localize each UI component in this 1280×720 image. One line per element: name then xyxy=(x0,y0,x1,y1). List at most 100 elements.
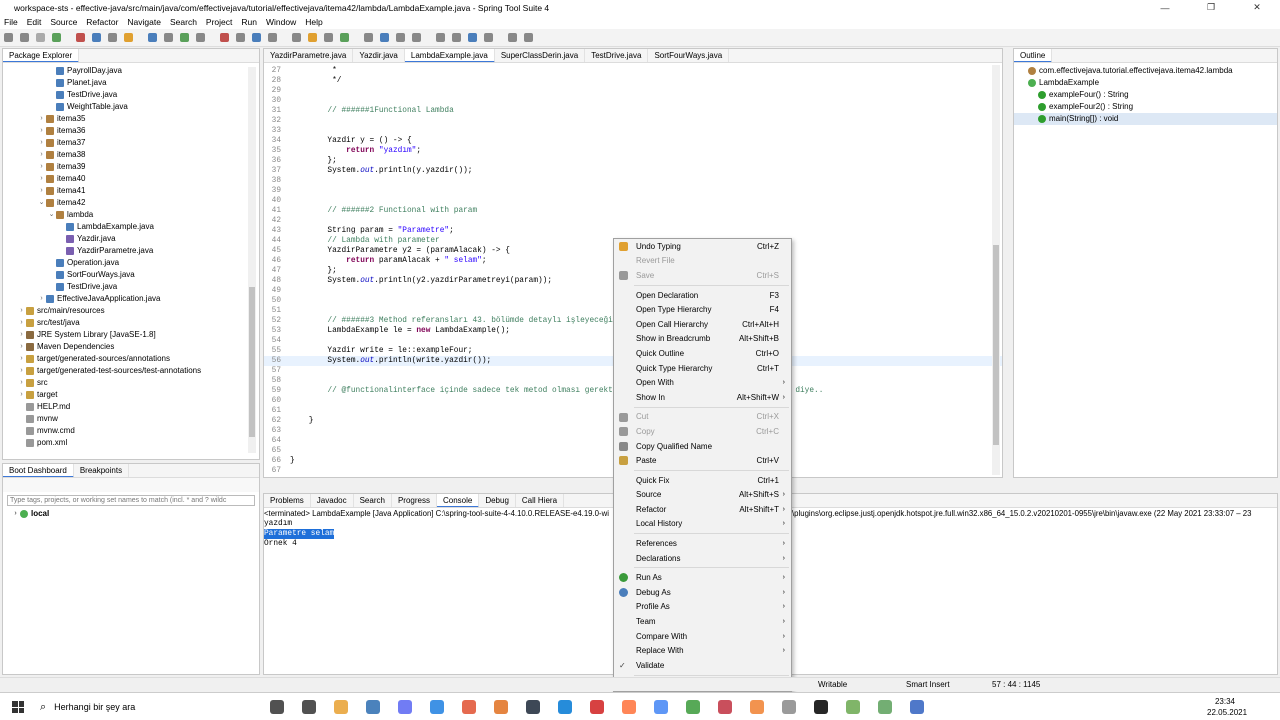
outline-item[interactable]: exampleFour() : String xyxy=(1014,89,1277,101)
menu-item-validate[interactable]: ✓ Validate xyxy=(614,658,791,673)
menu-item-open-type-hierarchy[interactable]: Open Type Hierarchy F4 xyxy=(614,302,791,317)
menu-item-save[interactable]: Save Ctrl+S xyxy=(614,268,791,283)
menu-item-cut[interactable]: Cut Ctrl+X xyxy=(614,410,791,425)
expand-icon[interactable]: › xyxy=(37,149,46,161)
toolbar-icon[interactable] xyxy=(340,33,349,42)
tab-outline[interactable]: Outline xyxy=(1014,49,1053,62)
tree-item[interactable]: › itema38 xyxy=(3,149,259,161)
tree-item[interactable]: YazdirParametre.java xyxy=(3,245,259,257)
taskbar-app-icon[interactable] xyxy=(846,700,860,714)
tree-item[interactable]: › target/generated-sources/annotations xyxy=(3,353,259,365)
menu-run[interactable]: Run xyxy=(241,17,257,27)
taskbar-app-icon[interactable] xyxy=(878,700,892,714)
expand-icon[interactable]: › xyxy=(11,510,20,517)
taskbar-app-icon[interactable] xyxy=(814,700,828,714)
editor-scrollbar[interactable] xyxy=(992,65,1000,475)
toolbar-icon[interactable] xyxy=(164,33,173,42)
taskbar-app-icon[interactable] xyxy=(334,700,348,714)
tree-item[interactable]: PayrollDay.java xyxy=(3,65,259,77)
tab-javadoc[interactable]: Javadoc xyxy=(311,494,354,507)
toolbar-icon[interactable] xyxy=(252,33,261,42)
tree-item[interactable]: › itema36 xyxy=(3,125,259,137)
expand-icon[interactable]: ⌄ xyxy=(37,197,46,209)
tab-problems[interactable]: Problems xyxy=(264,494,311,507)
toolbar-icon[interactable] xyxy=(324,33,333,42)
editor-tab[interactable]: YazdirParametre.java xyxy=(264,49,354,62)
tree-item[interactable]: TestDrive.java xyxy=(3,89,259,101)
menu-item-refactor[interactable]: Refactor Alt+Shift+T › xyxy=(614,502,791,517)
expand-icon[interactable]: › xyxy=(17,365,26,377)
tree-item[interactable]: › target xyxy=(3,389,259,401)
tree-item[interactable]: › JRE System Library [JavaSE-1.8] xyxy=(3,329,259,341)
toolbar-icon[interactable] xyxy=(396,33,405,42)
package-explorer-scrollbar[interactable] xyxy=(248,67,256,453)
tab-breakpoints[interactable]: Breakpoints xyxy=(74,464,130,477)
toolbar-icon[interactable] xyxy=(36,33,45,42)
expand-icon[interactable]: › xyxy=(37,185,46,197)
toolbar-icon[interactable] xyxy=(308,33,317,42)
outline-item[interactable]: LambdaExample xyxy=(1014,77,1277,89)
toolbar-icon[interactable] xyxy=(20,33,29,42)
taskbar-clock[interactable]: 23:34 22.05.2021 xyxy=(1207,696,1247,718)
menu-item-copy[interactable]: Copy Ctrl+C xyxy=(614,424,791,439)
taskbar-app-icon[interactable] xyxy=(654,700,668,714)
expand-icon[interactable]: › xyxy=(17,329,26,341)
outline-item[interactable]: main(String[]) : void xyxy=(1014,113,1277,125)
tab-search[interactable]: Search xyxy=(354,494,392,507)
toolbar-icon[interactable] xyxy=(484,33,493,42)
boot-filter-input[interactable]: Type tags, projects, or working set name… xyxy=(7,495,255,506)
menu-item-references[interactable]: References › xyxy=(614,536,791,551)
editor-tab[interactable]: LambdaExample.java xyxy=(404,49,495,62)
menu-item-debug-as[interactable]: Debug As › xyxy=(614,585,791,600)
expand-icon[interactable]: › xyxy=(17,305,26,317)
close-button[interactable]: ✕ xyxy=(1234,2,1280,13)
menu-item-show-in-breadcrumb[interactable]: Show in Breadcrumb Alt+Shift+B xyxy=(614,332,791,347)
tree-item[interactable]: › itema40 xyxy=(3,173,259,185)
menu-item-show-in[interactable]: Show In Alt+Shift+W › xyxy=(614,390,791,405)
tree-item[interactable]: › Maven Dependencies xyxy=(3,341,259,353)
toolbar-icon[interactable] xyxy=(436,33,445,42)
toolbar-icon[interactable] xyxy=(412,33,421,42)
tab-boot-dashboard[interactable]: Boot Dashboard xyxy=(3,464,74,477)
tree-item[interactable]: › src/main/resources xyxy=(3,305,259,317)
tree-item[interactable]: › itema37 xyxy=(3,137,259,149)
taskbar-app-icon[interactable] xyxy=(910,700,924,714)
taskbar-app-icon[interactable] xyxy=(494,700,508,714)
taskbar-app-icon[interactable] xyxy=(622,700,636,714)
outline-item[interactable]: exampleFour2() : String xyxy=(1014,101,1277,113)
toolbar-icon[interactable] xyxy=(4,33,13,42)
tree-item[interactable]: SortFourWays.java xyxy=(3,269,259,281)
tree-item[interactable]: LambdaExample.java xyxy=(3,221,259,233)
editor-tab[interactable]: SortFourWays.java xyxy=(648,49,730,62)
tree-item[interactable]: › src xyxy=(3,377,259,389)
taskbar-app-icon[interactable] xyxy=(590,700,604,714)
menu-item-quick-fix[interactable]: Quick Fix Ctrl+1 xyxy=(614,473,791,488)
tab-call-hiera[interactable]: Call Hiera xyxy=(516,494,565,507)
taskbar-app-icon[interactable] xyxy=(302,700,316,714)
tree-item[interactable]: mvnw xyxy=(3,413,259,425)
tree-item[interactable]: pom.xml xyxy=(3,437,259,449)
expand-icon[interactable]: › xyxy=(37,173,46,185)
tab-debug[interactable]: Debug xyxy=(479,494,516,507)
menu-item-paste[interactable]: Paste Ctrl+V xyxy=(614,453,791,468)
toolbar-icon[interactable] xyxy=(524,33,533,42)
toolbar-icon[interactable] xyxy=(508,33,517,42)
toolbar-icon[interactable] xyxy=(380,33,389,42)
taskbar-app-icon[interactable] xyxy=(750,700,764,714)
tree-item[interactable]: WeightTable.java xyxy=(3,101,259,113)
taskbar-app-icon[interactable] xyxy=(686,700,700,714)
menu-item-undo-typing[interactable]: Undo Typing Ctrl+Z xyxy=(614,239,791,254)
tree-item[interactable]: › target/generated-test-sources/test-anno… xyxy=(3,365,259,377)
toolbar-icon[interactable] xyxy=(52,33,61,42)
toolbar-icon[interactable] xyxy=(124,33,133,42)
tree-item[interactable]: ⌄ lambda xyxy=(3,209,259,221)
taskbar-app-icon[interactable] xyxy=(462,700,476,714)
taskbar-app-icon[interactable] xyxy=(430,700,444,714)
tab-progress[interactable]: Progress xyxy=(392,494,437,507)
toolbar-icon[interactable] xyxy=(148,33,157,42)
expand-icon[interactable]: › xyxy=(37,137,46,149)
menu-project[interactable]: Project xyxy=(206,17,232,27)
toolbar-icon[interactable] xyxy=(220,33,229,42)
toolbar-icon[interactable] xyxy=(196,33,205,42)
tree-item[interactable]: › itema41 xyxy=(3,185,259,197)
